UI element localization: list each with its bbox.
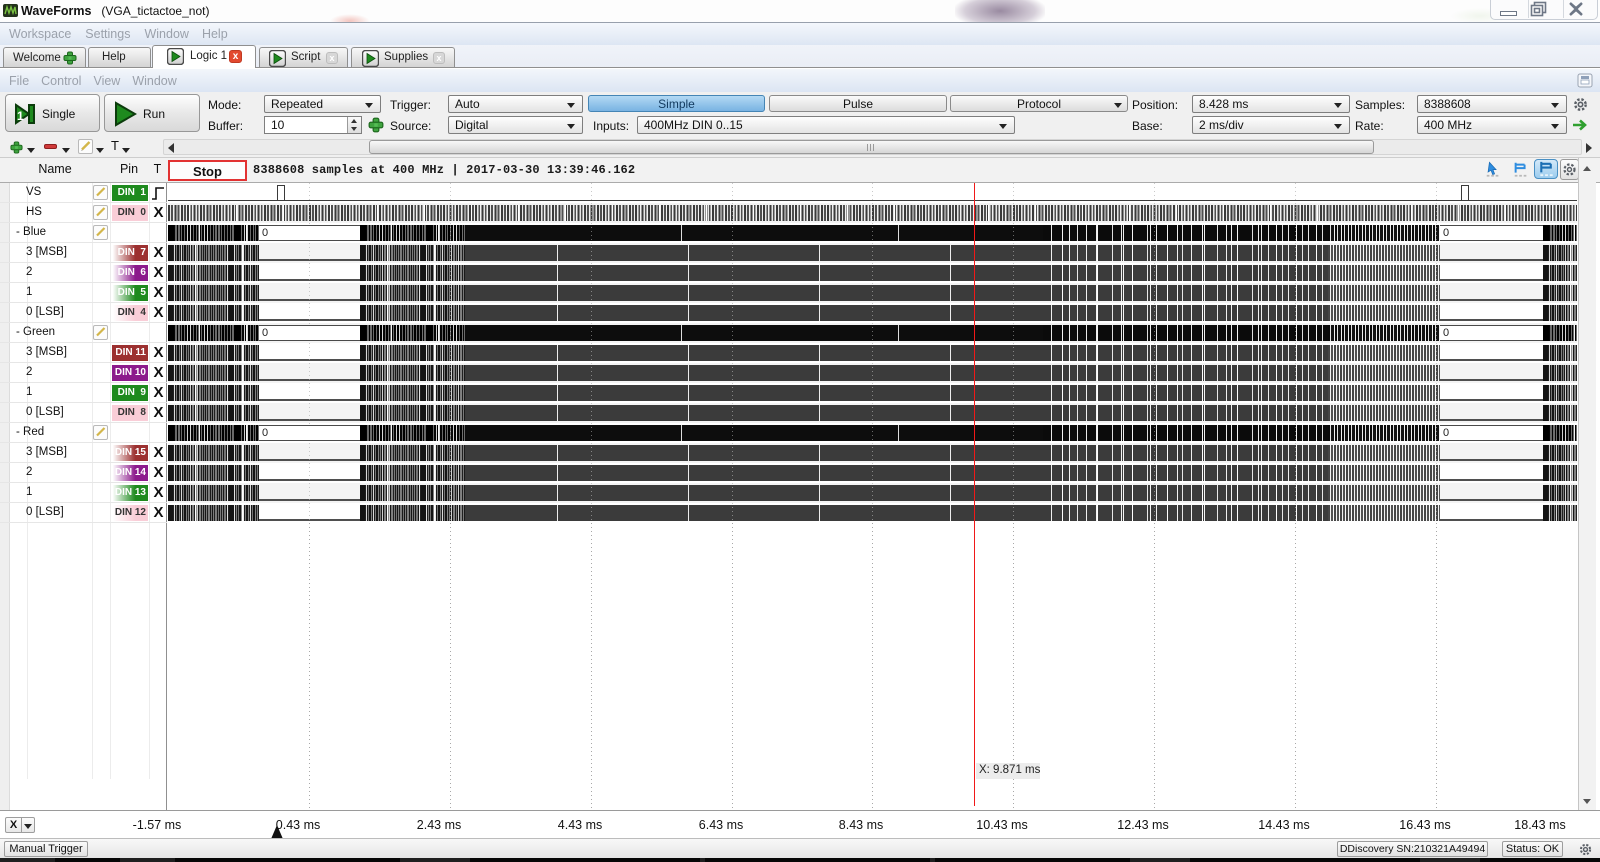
svg-text:1: 1: [17, 109, 24, 123]
